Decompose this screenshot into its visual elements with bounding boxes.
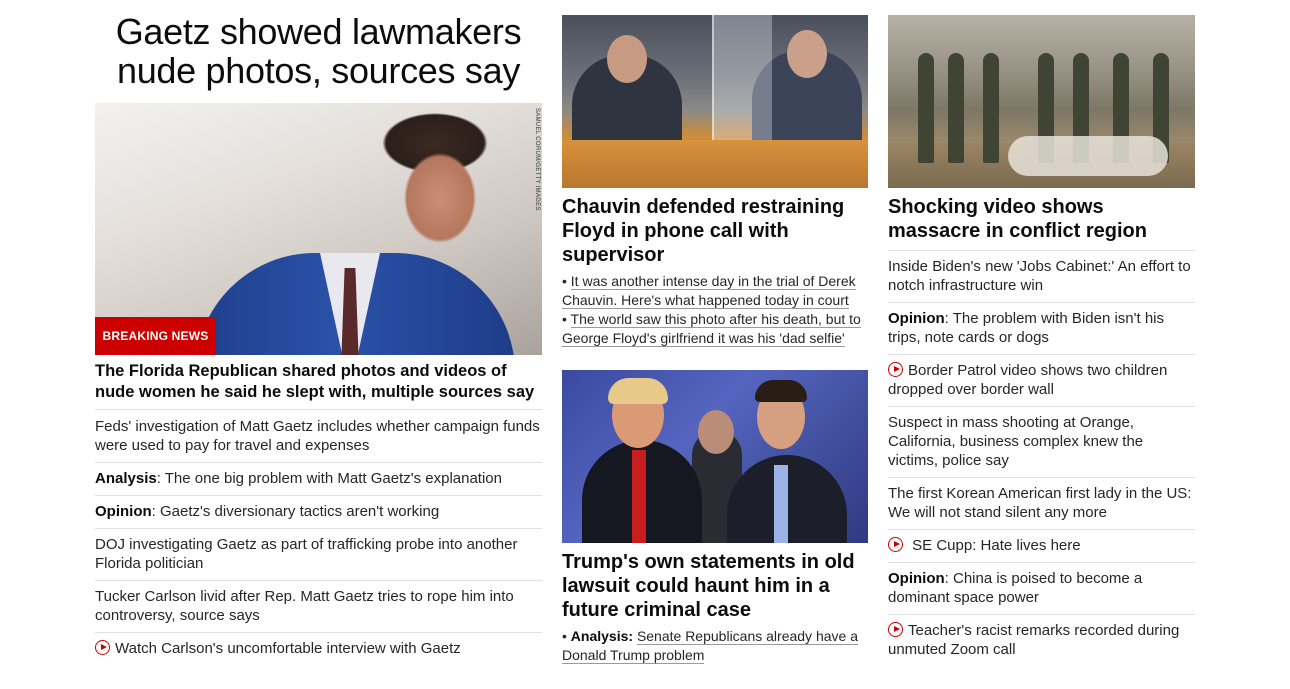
play-video-icon xyxy=(888,362,903,377)
list-item[interactable]: Teacher's racist remarks recorded during… xyxy=(888,614,1195,666)
photo-person-head xyxy=(607,35,647,83)
chauvin-headline[interactable]: Chauvin defended restraining Floyd in ph… xyxy=(562,195,868,267)
bullet-link[interactable]: • It was another intense day in the tria… xyxy=(562,272,868,310)
trump-headline[interactable]: Trump's own statements in old lawsuit co… xyxy=(562,550,868,622)
link-text[interactable]: Tucker Carlson livid after Rep. Matt Gae… xyxy=(95,588,514,624)
photo-figure xyxy=(918,53,934,163)
image-credit: SAMUEL CORUM/GETTY IMAGES xyxy=(534,108,540,211)
link-text[interactable]: Suspect in mass shooting at Orange, Cali… xyxy=(888,414,1143,469)
bullet-link[interactable]: • The world saw this photo after his dea… xyxy=(562,310,868,348)
massacre-video-still[interactable] xyxy=(888,15,1195,188)
list-item[interactable]: The first Korean American first lady in … xyxy=(888,477,1195,529)
link-text[interactable]: Watch Carlson's uncomfortable interview … xyxy=(115,640,461,657)
link-prefix: Analysis xyxy=(95,470,157,487)
list-item[interactable]: Inside Biden's new 'Jobs Cabinet:' An ef… xyxy=(888,250,1195,302)
play-video-icon xyxy=(95,640,110,655)
link-text[interactable]: Teacher's racist remarks recorded during… xyxy=(888,622,1179,658)
play-video-icon xyxy=(888,622,903,637)
photo-seated-group xyxy=(1008,136,1168,176)
link-text[interactable]: Feds' investigation of Matt Gaetz includ… xyxy=(95,418,540,454)
list-item[interactable]: Analysis: The one big problem with Matt … xyxy=(95,462,542,495)
photo-figure xyxy=(948,53,964,163)
link-text[interactable]: : The one big problem with Matt Gaetz's … xyxy=(157,470,502,487)
gaetz-related-links: Feds' investigation of Matt Gaetz includ… xyxy=(95,409,542,665)
trump-bullets: • Analysis: Senate Republicans already h… xyxy=(562,627,868,665)
play-video-icon xyxy=(888,537,903,552)
link-text[interactable]: DOJ investigating Gaetz as part of traff… xyxy=(95,536,517,572)
photo-person-hair xyxy=(608,378,668,404)
bullet-link-text[interactable]: The world saw this photo after his death… xyxy=(562,311,861,347)
massacre-headline[interactable]: Shocking video shows massacre in conflic… xyxy=(888,195,1195,243)
photo-person-tie xyxy=(774,465,788,543)
gaetz-story-lede[interactable]: The Florida Republican shared photos and… xyxy=(95,361,542,403)
photo-person-tie xyxy=(632,450,646,543)
list-item[interactable]: Opinion: The problem with Biden isn't hi… xyxy=(888,302,1195,354)
right-related-links: Inside Biden's new 'Jobs Cabinet:' An ef… xyxy=(888,250,1195,666)
main-headline[interactable]: Gaetz showed lawmakers nude photos, sour… xyxy=(95,12,542,90)
chauvin-trial-photo[interactable] xyxy=(562,15,868,188)
breaking-news-badge: BREAKING NEWS xyxy=(95,317,216,355)
trump-photo[interactable] xyxy=(562,370,868,543)
bullet-link[interactable]: • Analysis: Senate Republicans already h… xyxy=(562,627,868,665)
photo-person-hair xyxy=(755,380,807,402)
bullet-link-text[interactable]: It was another intense day in the trial … xyxy=(562,273,856,309)
list-item[interactable]: Suspect in mass shooting at Orange, Cali… xyxy=(888,406,1195,477)
list-item[interactable]: Opinion: China is poised to become a dom… xyxy=(888,562,1195,614)
link-text[interactable]: Border Patrol video shows two children d… xyxy=(888,362,1167,398)
list-item[interactable]: Tucker Carlson livid after Rep. Matt Gae… xyxy=(95,580,542,632)
bullet-prefix: Analysis: xyxy=(570,628,634,644)
link-prefix: Opinion xyxy=(888,570,945,587)
list-item[interactable]: SE Cupp: Hate lives here xyxy=(888,529,1195,562)
list-item[interactable]: Opinion: Gaetz's diversionary tactics ar… xyxy=(95,495,542,528)
list-item[interactable]: Watch Carlson's uncomfortable interview … xyxy=(95,632,542,665)
list-item[interactable]: Feds' investigation of Matt Gaetz includ… xyxy=(95,409,542,462)
link-prefix: Opinion xyxy=(888,310,945,327)
photo-person-head xyxy=(787,30,827,78)
photo-desk xyxy=(562,140,868,188)
photo-figure xyxy=(983,53,999,163)
link-text[interactable]: : Gaetz's diversionary tactics aren't wo… xyxy=(152,503,440,520)
link-prefix: Opinion xyxy=(95,503,152,520)
list-item[interactable]: Border Patrol video shows two children d… xyxy=(888,354,1195,406)
link-text[interactable]: The first Korean American first lady in … xyxy=(888,485,1191,521)
link-text[interactable]: SE Cupp: Hate lives here xyxy=(908,537,1080,554)
list-item[interactable]: DOJ investigating Gaetz as part of traff… xyxy=(95,528,542,580)
link-text[interactable]: Inside Biden's new 'Jobs Cabinet:' An ef… xyxy=(888,258,1191,294)
chauvin-bullets: • It was another intense day in the tria… xyxy=(562,272,868,348)
photo-person-head xyxy=(698,410,734,454)
